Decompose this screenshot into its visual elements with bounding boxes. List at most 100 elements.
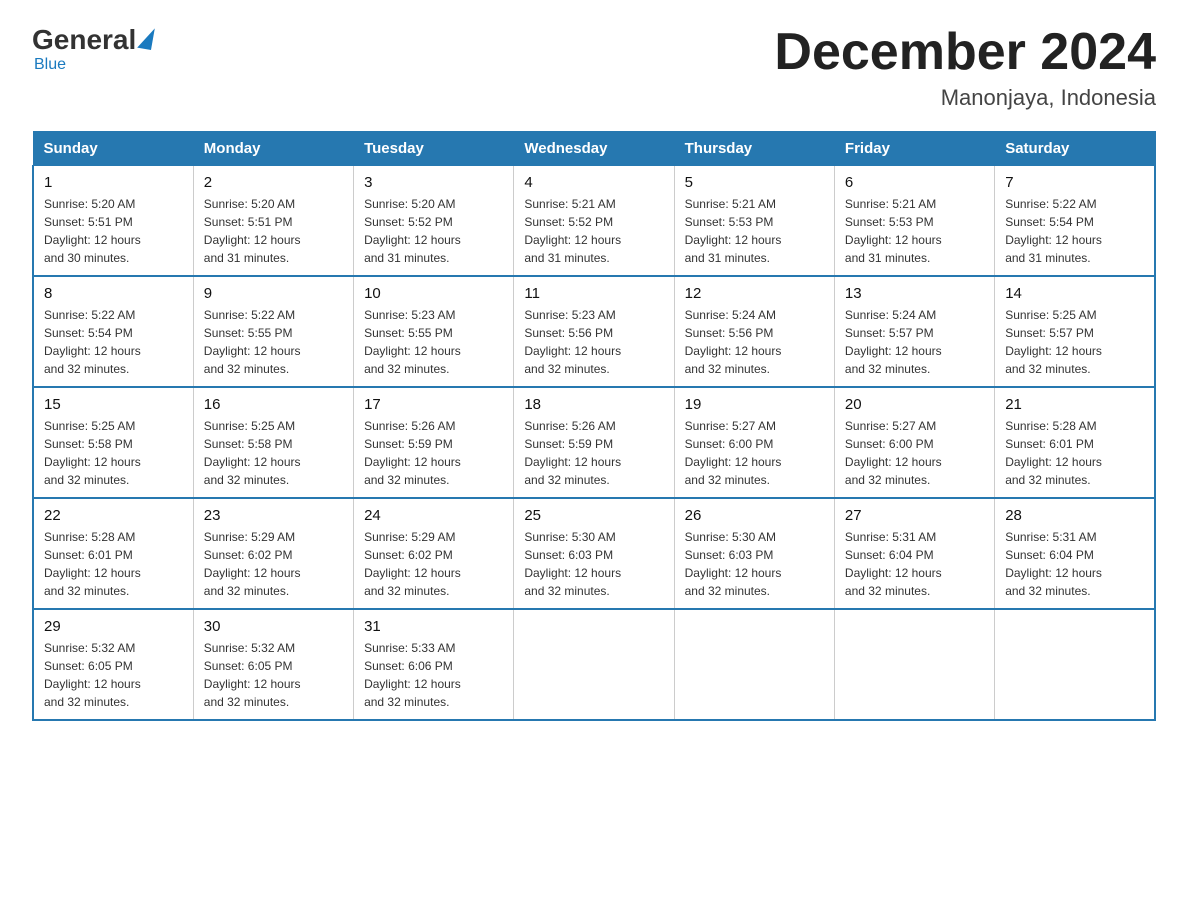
day-number: 20 — [845, 396, 984, 413]
day-info: Sunrise: 5:20 AMSunset: 5:51 PMDaylight:… — [204, 197, 301, 265]
calendar-cell: 18 Sunrise: 5:26 AMSunset: 5:59 PMDayligh… — [514, 387, 674, 498]
calendar-cell: 19Sunrise: 5:27 AMSunset: 6:00 PMDayligh… — [674, 387, 834, 498]
week-row-1: 1 Sunrise: 5:20 AMSunset: 5:51 PMDaylight… — [33, 166, 1155, 277]
calendar-cell: 24 Sunrise: 5:29 AMSunset: 6:02 PMDayligh… — [354, 498, 514, 609]
day-number: 13 — [845, 285, 984, 302]
day-info: Sunrise: 5:29 AMSunset: 6:02 PMDaylight:… — [204, 530, 301, 598]
day-info: Sunrise: 5:26 AMSunset: 5:59 PMDaylight:… — [364, 419, 461, 487]
day-info: Sunrise: 5:27 AMSunset: 6:00 PMDaylight:… — [685, 419, 782, 487]
day-info: Sunrise: 5:29 AMSunset: 6:02 PMDaylight:… — [364, 530, 461, 598]
calendar-cell: 29Sunrise: 5:32 AMSunset: 6:05 PMDayligh… — [33, 609, 193, 720]
calendar-cell — [995, 609, 1155, 720]
weekday-header-thursday: Thursday — [674, 132, 834, 166]
day-number: 22 — [44, 507, 183, 524]
day-info: Sunrise: 5:21 AMSunset: 5:52 PMDaylight:… — [524, 197, 621, 265]
day-number: 14 — [1005, 285, 1144, 302]
month-title: December 2024 — [774, 24, 1156, 81]
day-number: 16 — [204, 396, 343, 413]
day-number: 6 — [845, 174, 984, 191]
day-info: Sunrise: 5:25 AMSunset: 5:58 PMDaylight:… — [44, 419, 141, 487]
calendar-cell: 17 Sunrise: 5:26 AMSunset: 5:59 PMDayligh… — [354, 387, 514, 498]
calendar-cell: 4 Sunrise: 5:21 AMSunset: 5:52 PMDaylight… — [514, 166, 674, 277]
day-info: Sunrise: 5:21 AMSunset: 5:53 PMDaylight:… — [845, 197, 942, 265]
week-row-2: 8Sunrise: 5:22 AMSunset: 5:54 PMDaylight… — [33, 276, 1155, 387]
day-info: Sunrise: 5:28 AMSunset: 6:01 PMDaylight:… — [44, 530, 141, 598]
calendar-cell: 14 Sunrise: 5:25 AMSunset: 5:57 PMDayligh… — [995, 276, 1155, 387]
day-info: Sunrise: 5:26 AMSunset: 5:59 PMDaylight:… — [524, 419, 621, 487]
weekday-header-saturday: Saturday — [995, 132, 1155, 166]
day-info: Sunrise: 5:21 AMSunset: 5:53 PMDaylight:… — [685, 197, 782, 265]
calendar-cell: 9 Sunrise: 5:22 AMSunset: 5:55 PMDaylight… — [193, 276, 353, 387]
day-number: 17 — [364, 396, 503, 413]
day-info: Sunrise: 5:23 AMSunset: 5:56 PMDaylight:… — [524, 308, 621, 376]
weekday-header-sunday: Sunday — [33, 132, 193, 166]
location-title: Manonjaya, Indonesia — [774, 85, 1156, 111]
day-number: 12 — [685, 285, 824, 302]
calendar-cell: 31Sunrise: 5:33 AMSunset: 6:06 PMDayligh… — [354, 609, 514, 720]
day-info: Sunrise: 5:23 AMSunset: 5:55 PMDaylight:… — [364, 308, 461, 376]
day-number: 4 — [524, 174, 663, 191]
day-info: Sunrise: 5:28 AMSunset: 6:01 PMDaylight:… — [1005, 419, 1102, 487]
day-number: 23 — [204, 507, 343, 524]
day-info: Sunrise: 5:33 AMSunset: 6:06 PMDaylight:… — [364, 641, 461, 709]
day-info: Sunrise: 5:22 AMSunset: 5:55 PMDaylight:… — [204, 308, 301, 376]
calendar-cell — [834, 609, 994, 720]
day-info: Sunrise: 5:22 AMSunset: 5:54 PMDaylight:… — [44, 308, 141, 376]
day-number: 9 — [204, 285, 343, 302]
day-info: Sunrise: 5:20 AMSunset: 5:52 PMDaylight:… — [364, 197, 461, 265]
day-number: 26 — [685, 507, 824, 524]
logo-general-text: General — [32, 24, 136, 56]
calendar-cell: 23 Sunrise: 5:29 AMSunset: 6:02 PMDayligh… — [193, 498, 353, 609]
calendar-cell: 5 Sunrise: 5:21 AMSunset: 5:53 PMDaylight… — [674, 166, 834, 277]
page-header: General Blue December 2024 Manonjaya, In… — [32, 24, 1156, 111]
day-info: Sunrise: 5:22 AMSunset: 5:54 PMDaylight:… — [1005, 197, 1102, 265]
weekday-header-wednesday: Wednesday — [514, 132, 674, 166]
calendar-cell: 1Sunrise: 5:20 AMSunset: 5:51 PMDaylight… — [33, 166, 193, 277]
day-number: 18 — [524, 396, 663, 413]
day-info: Sunrise: 5:31 AMSunset: 6:04 PMDaylight:… — [1005, 530, 1102, 598]
calendar-cell: 30Sunrise: 5:32 AMSunset: 6:05 PMDayligh… — [193, 609, 353, 720]
logo-blue-text: Blue — [34, 56, 66, 73]
logo-triangle-icon — [137, 26, 155, 50]
calendar-cell: 8Sunrise: 5:22 AMSunset: 5:54 PMDaylight… — [33, 276, 193, 387]
calendar-cell: 11 Sunrise: 5:23 AMSunset: 5:56 PMDayligh… — [514, 276, 674, 387]
week-row-3: 15 Sunrise: 5:25 AMSunset: 5:58 PMDayligh… — [33, 387, 1155, 498]
day-info: Sunrise: 5:27 AMSunset: 6:00 PMDaylight:… — [845, 419, 942, 487]
weekday-header-monday: Monday — [193, 132, 353, 166]
day-number: 3 — [364, 174, 503, 191]
calendar-cell: 10 Sunrise: 5:23 AMSunset: 5:55 PMDayligh… — [354, 276, 514, 387]
day-info: Sunrise: 5:30 AMSunset: 6:03 PMDaylight:… — [524, 530, 621, 598]
calendar-cell — [514, 609, 674, 720]
day-info: Sunrise: 5:31 AMSunset: 6:04 PMDaylight:… — [845, 530, 942, 598]
weekday-header-friday: Friday — [834, 132, 994, 166]
calendar-table: SundayMondayTuesdayWednesdayThursdayFrid… — [32, 131, 1156, 721]
calendar-cell: 12 Sunrise: 5:24 AMSunset: 5:56 PMDayligh… — [674, 276, 834, 387]
day-info: Sunrise: 5:24 AMSunset: 5:57 PMDaylight:… — [845, 308, 942, 376]
calendar-cell: 7 Sunrise: 5:22 AMSunset: 5:54 PMDaylight… — [995, 166, 1155, 277]
weekday-header-row: SundayMondayTuesdayWednesdayThursdayFrid… — [33, 132, 1155, 166]
week-row-4: 22 Sunrise: 5:28 AMSunset: 6:01 PMDayligh… — [33, 498, 1155, 609]
day-number: 10 — [364, 285, 503, 302]
day-info: Sunrise: 5:25 AMSunset: 5:57 PMDaylight:… — [1005, 308, 1102, 376]
day-number: 21 — [1005, 396, 1144, 413]
day-info: Sunrise: 5:32 AMSunset: 6:05 PMDaylight:… — [44, 641, 141, 709]
day-number: 11 — [524, 285, 663, 302]
day-info: Sunrise: 5:30 AMSunset: 6:03 PMDaylight:… — [685, 530, 782, 598]
day-number: 24 — [364, 507, 503, 524]
logo: General Blue — [32, 24, 153, 74]
day-number: 30 — [204, 618, 343, 635]
day-number: 25 — [524, 507, 663, 524]
day-number: 1 — [44, 174, 183, 191]
day-info: Sunrise: 5:24 AMSunset: 5:56 PMDaylight:… — [685, 308, 782, 376]
week-row-5: 29Sunrise: 5:32 AMSunset: 6:05 PMDayligh… — [33, 609, 1155, 720]
day-number: 15 — [44, 396, 183, 413]
calendar-cell: 27 Sunrise: 5:31 AMSunset: 6:04 PMDayligh… — [834, 498, 994, 609]
day-number: 27 — [845, 507, 984, 524]
calendar-cell: 28Sunrise: 5:31 AMSunset: 6:04 PMDayligh… — [995, 498, 1155, 609]
calendar-cell: 25 Sunrise: 5:30 AMSunset: 6:03 PMDayligh… — [514, 498, 674, 609]
day-number: 5 — [685, 174, 824, 191]
calendar-cell: 15 Sunrise: 5:25 AMSunset: 5:58 PMDayligh… — [33, 387, 193, 498]
day-number: 7 — [1005, 174, 1144, 191]
calendar-cell: 13 Sunrise: 5:24 AMSunset: 5:57 PMDayligh… — [834, 276, 994, 387]
calendar-cell: 22 Sunrise: 5:28 AMSunset: 6:01 PMDayligh… — [33, 498, 193, 609]
